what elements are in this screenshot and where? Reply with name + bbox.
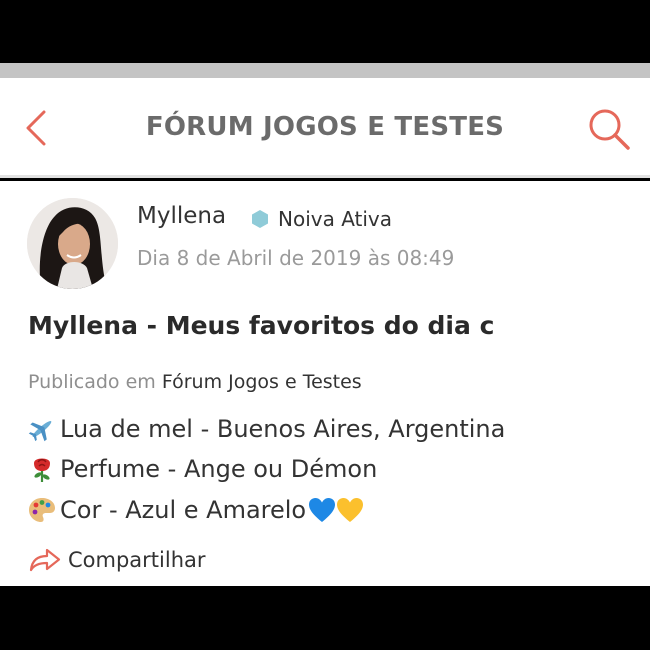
airplane-icon xyxy=(28,421,52,442)
page-title: FÓRUM JOGOS E TESTES xyxy=(145,112,505,142)
heart-emojis xyxy=(308,497,364,523)
blue-heart-icon xyxy=(309,498,336,522)
post-date: Dia 8 de Abril de 2019 às 08:49 xyxy=(137,246,455,270)
post-title: Myllena - Meus favoritos do dia c xyxy=(28,311,495,340)
top-black-bar xyxy=(0,0,650,63)
published-in: Publicado em Fórum Jogos e Testes xyxy=(28,371,362,393)
post-content: Myllena Noiva Ativa Dia 8 de Abril de 20… xyxy=(0,181,650,586)
favorite-text: Cor - Azul e Amarelo xyxy=(60,496,307,524)
share-icon xyxy=(29,548,61,572)
favorite-item-perfume: Perfume - Ange ou Démon xyxy=(28,455,377,483)
avatar-photo xyxy=(27,198,118,289)
rose-icon xyxy=(34,458,50,482)
app-bar: FÓRUM JOGOS E TESTES xyxy=(0,78,650,178)
status-badge: Noiva Ativa xyxy=(250,207,392,231)
forum-link[interactable]: Fórum Jogos e Testes xyxy=(162,371,362,393)
share-label: Compartilhar xyxy=(68,548,206,572)
badge-label: Noiva Ativa xyxy=(278,207,393,231)
bottom-black-bar xyxy=(0,586,650,650)
avatar[interactable] xyxy=(27,198,118,289)
search-icon[interactable] xyxy=(586,106,632,152)
favorite-text: Perfume - Ange ou Démon xyxy=(60,455,378,483)
hexagon-icon xyxy=(252,210,268,228)
status-strip xyxy=(0,63,650,78)
favorite-item-color: Cor - Azul e Amarelo xyxy=(28,496,364,524)
yellow-heart-icon xyxy=(337,498,364,522)
share-button[interactable]: Compartilhar xyxy=(28,547,206,573)
palette-icon xyxy=(29,498,55,522)
published-prefix: Publicado em xyxy=(28,371,156,393)
favorite-item-honeymoon: Lua de mel - Buenos Aires, Argentina xyxy=(28,415,505,443)
author-name[interactable]: Myllena xyxy=(137,203,226,229)
favorite-text: Lua de mel - Buenos Aires, Argentina xyxy=(60,415,506,443)
